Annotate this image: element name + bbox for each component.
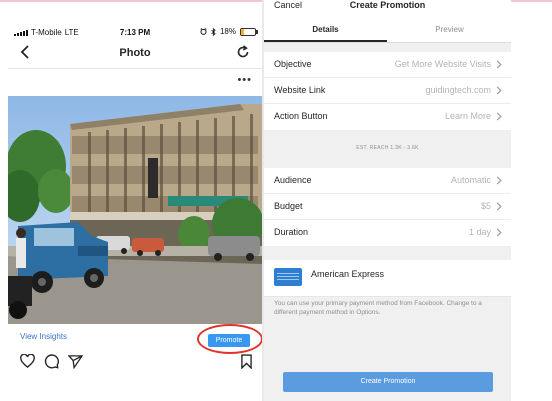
payment-method-row[interactable]: American Express — [264, 260, 511, 297]
chevron-right-icon — [496, 202, 502, 211]
navigation-bar: Photo — [8, 42, 262, 69]
audience-label: Audience — [274, 175, 312, 185]
post-photo — [8, 96, 262, 324]
estimated-reach: EST. REACH 1.3K - 3.6K — [264, 130, 511, 166]
budget-value: $5 — [480, 201, 491, 211]
create-promotion-screen: Cancel Create Promotion Details Preview … — [264, 0, 511, 401]
website-link-value: guidingtech.com — [425, 85, 491, 95]
chevron-right-icon — [496, 86, 502, 95]
battery-fill — [241, 28, 244, 35]
page-title: Create Promotion — [349, 0, 426, 10]
insights-row: View Insights Promote — [8, 324, 263, 354]
payment-method-name: American Express — [311, 269, 385, 279]
promote-button[interactable]: Promote — [208, 334, 250, 347]
audience-value: Automatic — [450, 175, 491, 185]
comment-icon[interactable] — [44, 354, 59, 369]
duration-label: Duration — [274, 227, 309, 237]
promotion-details-section: Objective Get More Website Visits Websit… — [264, 52, 511, 130]
action-button-row[interactable]: Action Button Learn More — [264, 104, 511, 130]
estimated-reach-text: EST. REACH 1.3K - 3.6K — [356, 145, 419, 151]
chevron-right-icon — [496, 176, 502, 185]
share-icon[interactable] — [68, 354, 83, 369]
bookmark-icon[interactable] — [241, 354, 252, 369]
audience-section: Audience Automatic Budget $5 Duration 1 … — [264, 168, 511, 246]
battery-icon — [240, 27, 258, 36]
budget-row[interactable]: Budget $5 — [264, 194, 511, 220]
duration-row[interactable]: Duration 1 day — [264, 220, 511, 246]
status-bar: T-Mobile LTE 7:13 PM 18% — [8, 20, 262, 42]
duration-value: 1 day — [468, 227, 491, 237]
budget-label: Budget — [274, 201, 303, 211]
battery-percent: 18% — [219, 27, 236, 36]
objective-row[interactable]: Objective Get More Website Visits — [264, 52, 511, 78]
refresh-icon[interactable] — [236, 45, 250, 59]
audience-row[interactable]: Audience Automatic — [264, 168, 511, 194]
chevron-right-icon — [496, 112, 502, 121]
view-insights-link[interactable]: View Insights — [20, 332, 67, 341]
tab-details[interactable]: Details — [264, 25, 387, 34]
credit-card-icon — [274, 268, 302, 286]
website-link-row[interactable]: Website Link guidingtech.com — [264, 78, 511, 104]
status-right: 18% — [200, 27, 258, 36]
heart-icon[interactable] — [20, 354, 35, 368]
action-button-label: Action Button — [274, 111, 328, 121]
payment-note: You can use your primary payment method … — [274, 300, 482, 316]
street-scene-image — [8, 96, 262, 324]
promote-highlight-circle: Promote — [197, 324, 263, 354]
alarm-icon — [200, 28, 207, 35]
bluetooth-icon — [211, 27, 216, 36]
chevron-right-icon — [496, 228, 502, 237]
more-options-icon[interactable]: ••• — [237, 74, 252, 86]
chevron-right-icon — [496, 60, 502, 69]
objective-value: Get More Website Visits — [394, 59, 491, 69]
post-actions — [8, 354, 262, 378]
active-tab-indicator — [264, 40, 387, 42]
promotion-tabs: Details Preview — [264, 18, 511, 43]
page-title: Photo — [119, 47, 151, 59]
tab-preview[interactable]: Preview — [388, 25, 511, 34]
create-promotion-button[interactable]: Create Promotion — [283, 372, 493, 392]
objective-label: Objective — [274, 59, 312, 69]
website-link-label: Website Link — [274, 85, 326, 95]
promotion-header: Cancel Create Promotion — [264, 0, 511, 18]
photo-screen: T-Mobile LTE 7:13 PM 18% Photo ••• View … — [8, 20, 263, 401]
action-button-value: Learn More — [444, 111, 491, 121]
